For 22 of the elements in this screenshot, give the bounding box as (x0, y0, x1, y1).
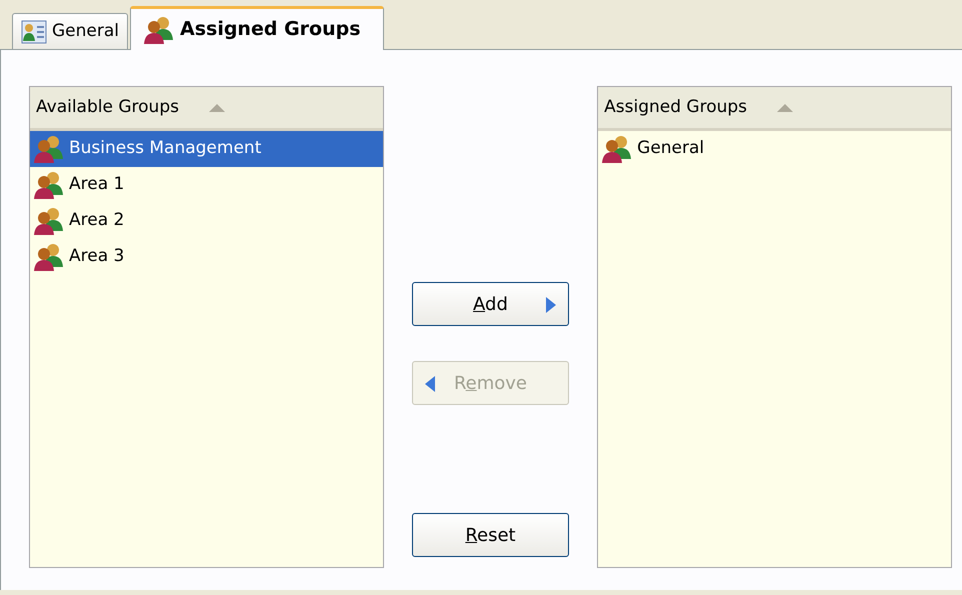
sort-arrow-icon (208, 104, 225, 112)
column-header[interactable]: Assigned Groups (598, 87, 951, 131)
right-arrow-icon (546, 297, 556, 313)
list-item[interactable]: Area 1 (30, 167, 383, 203)
list-item[interactable]: Business Management (30, 131, 383, 167)
tab[interactable]: Assigned Groups (130, 6, 384, 50)
list-item[interactable]: Area 2 (30, 203, 383, 239)
people-icon (601, 135, 634, 163)
people-icon (33, 135, 65, 163)
people-icon (33, 171, 65, 199)
contact-card-icon (21, 20, 47, 44)
column-header[interactable]: Available Groups (30, 87, 383, 131)
add-button[interactable]: Add (412, 282, 569, 326)
people-icon (33, 207, 65, 235)
tab[interactable]: General (12, 13, 128, 49)
left-arrow-icon (424, 376, 435, 392)
list-item[interactable]: General (598, 131, 951, 167)
reset-button[interactable]: Reset (412, 513, 569, 557)
sort-arrow-icon (777, 104, 794, 112)
list-item[interactable]: Area 3 (30, 239, 383, 275)
people-icon (143, 16, 175, 44)
people-icon (33, 243, 65, 271)
